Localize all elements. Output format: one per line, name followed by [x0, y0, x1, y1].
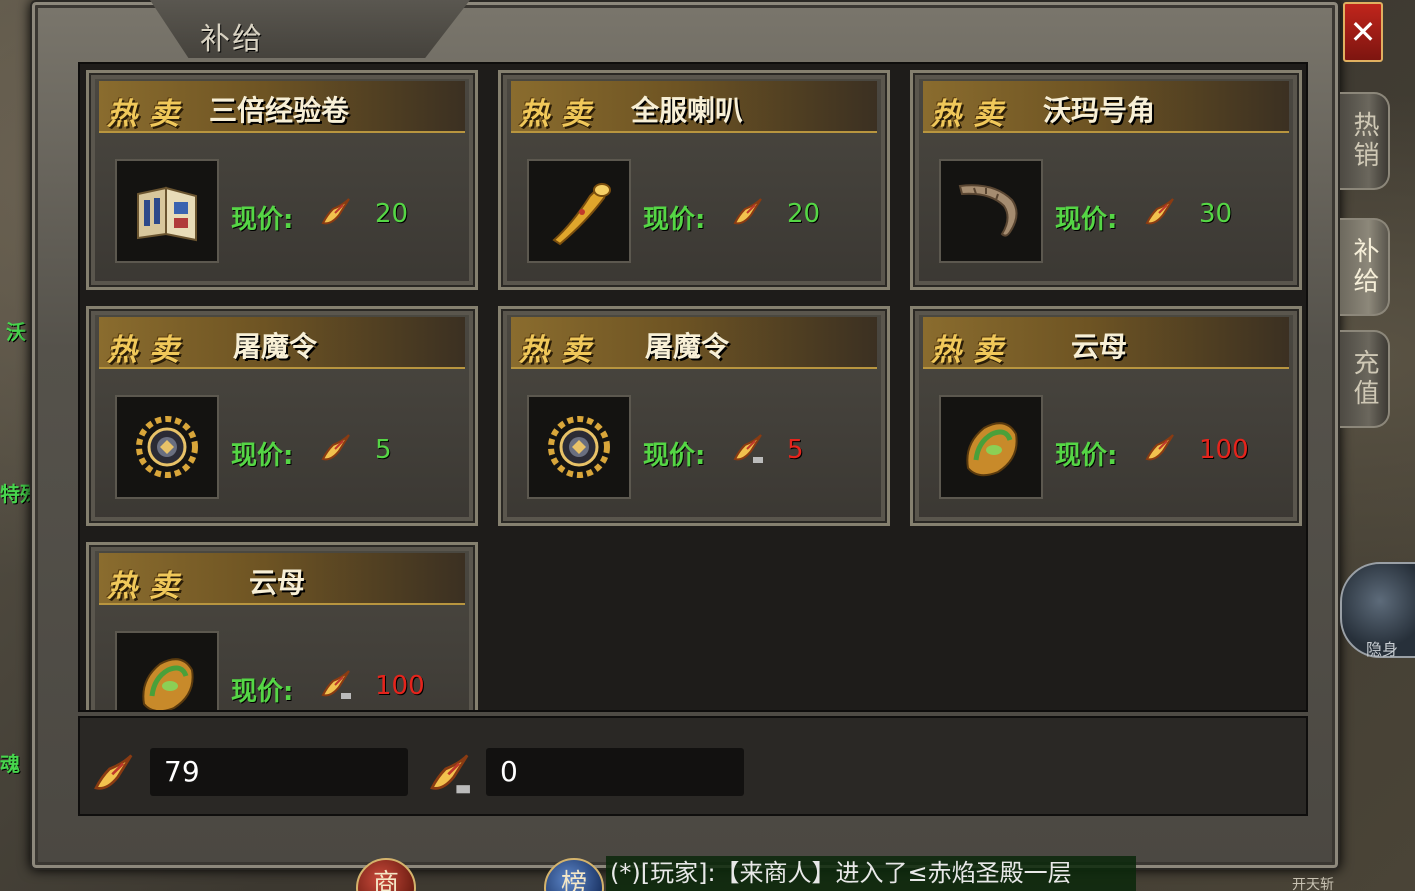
price-value: 5: [787, 435, 804, 465]
shop-item-card[interactable]: 热卖 云母 现价: 100: [86, 542, 478, 710]
item-grid: 热卖 三倍经验卷 现价: 20 热卖 全服喇叭 现价: 20 热卖 沃玛号角 现…: [78, 62, 1308, 712]
currency-icon: [733, 198, 762, 225]
close-icon: ✕: [1349, 13, 1377, 51]
hot-sale-badge: 热卖: [107, 569, 191, 604]
currency-icon: [321, 198, 350, 225]
item-icon-slot[interactable]: [939, 159, 1043, 263]
tab-supply[interactable]: 补给: [1340, 218, 1390, 316]
item-name: 三倍经验卷: [209, 94, 350, 127]
shop-item-card[interactable]: 热卖 屠魔令 现价: 5: [498, 306, 890, 526]
mica-stone-icon: [142, 658, 194, 710]
hot-sale-badge: 热卖: [107, 97, 191, 132]
card-header: 热卖 云母: [923, 317, 1289, 369]
curved-horn-icon: [958, 184, 1018, 237]
hot-sale-badge: 热卖: [107, 333, 191, 368]
skill-label: 开天斩: [1292, 877, 1334, 891]
title-bar: [150, 0, 470, 58]
shop-button-label: 商: [372, 869, 399, 891]
card-header: 热卖 全服喇叭: [511, 81, 877, 133]
item-name: 屠魔令: [233, 330, 318, 363]
card-header: 热卖 屠魔令: [511, 317, 877, 369]
price-value: 30: [1199, 199, 1233, 229]
stealth-skill-label: 隐身: [1366, 640, 1399, 659]
item-icon-slot[interactable]: [115, 395, 219, 499]
price-value: 5: [375, 435, 392, 465]
tab-label: 补给: [1349, 237, 1379, 297]
item-name: 全服喇叭: [631, 94, 744, 127]
mica-stone-icon: [966, 422, 1018, 477]
currency-icon: [1145, 198, 1174, 225]
item-icon-slot[interactable]: [115, 631, 219, 710]
item-icon-slot[interactable]: [939, 395, 1043, 499]
scroll-book-icon: [137, 186, 197, 242]
bound-currency-balance: 0: [486, 748, 744, 796]
tab-recharge[interactable]: 充值: [1340, 330, 1390, 428]
currency-balance: 79: [150, 748, 408, 796]
balance-bar: 79 0: [78, 716, 1308, 816]
price-label: 现价:: [1055, 441, 1118, 471]
bound-currency-icon: [321, 670, 351, 699]
card-header: 热卖 云母: [99, 553, 465, 605]
ranking-button-label: 榜: [560, 869, 587, 891]
world-label: 沃: [6, 320, 26, 344]
price-value: 20: [787, 199, 821, 229]
currency-icon: [94, 754, 133, 790]
tab-hot-sale[interactable]: 热销: [1340, 92, 1390, 190]
card-header: 热卖 三倍经验卷: [99, 81, 465, 133]
price-value: 100: [375, 671, 425, 701]
price-label: 现价:: [231, 205, 294, 235]
tab-label: 充值: [1349, 349, 1379, 409]
shop-item-card[interactable]: 热卖 三倍经验卷 现价: 20: [86, 70, 478, 290]
item-name: 云母: [249, 566, 306, 599]
currency-icon: [1145, 434, 1174, 461]
price-label: 现价:: [643, 441, 706, 471]
world-label: 魂: [0, 752, 20, 776]
price-value: 100: [1199, 435, 1249, 465]
card-header: 热卖 沃玛号角: [923, 81, 1289, 133]
shop-item-card[interactable]: 热卖 全服喇叭 现价: 20: [498, 70, 890, 290]
window-title: 补给: [200, 22, 264, 57]
hot-sale-badge: 热卖: [931, 97, 1015, 132]
tab-label: 热销: [1349, 111, 1379, 171]
price-value: 20: [375, 199, 409, 229]
price-label: 现价:: [231, 677, 294, 707]
close-button[interactable]: ✕: [1343, 2, 1383, 62]
currency-icon: [321, 434, 350, 461]
price-label: 现价:: [1055, 205, 1118, 235]
chat-message: (*)[玩家]:【来商人】进入了≤赤焰圣殿一层: [606, 856, 1136, 891]
demon-token-icon: [136, 416, 198, 478]
card-header: 热卖 屠魔令: [99, 317, 465, 369]
horn-icon: [552, 182, 611, 246]
hot-sale-badge: 热卖: [519, 333, 603, 368]
hot-sale-badge: 热卖: [931, 333, 1015, 368]
item-name: 屠魔令: [645, 330, 730, 363]
item-name: 云母: [1071, 330, 1128, 363]
item-icon-slot[interactable]: [527, 395, 631, 499]
demon-token-icon: [548, 416, 610, 478]
price-label: 现价:: [231, 441, 294, 471]
bound-currency-icon: [430, 754, 470, 794]
shop-item-card[interactable]: 热卖 云母 现价: 100: [910, 306, 1302, 526]
shop-item-card[interactable]: 热卖 沃玛号角 现价: 30: [910, 70, 1302, 290]
item-name: 沃玛号角: [1043, 94, 1156, 127]
bound-currency-icon: [733, 434, 763, 463]
price-label: 现价:: [643, 205, 706, 235]
item-icon-slot[interactable]: [115, 159, 219, 263]
item-icon-slot[interactable]: [527, 159, 631, 263]
shop-item-card[interactable]: 热卖 屠魔令 现价: 5: [86, 306, 478, 526]
hot-sale-badge: 热卖: [519, 97, 603, 132]
